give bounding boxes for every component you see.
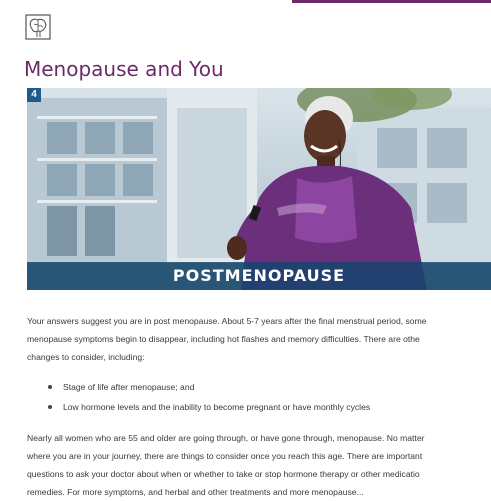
step-number-badge: 4: [27, 88, 41, 102]
list-item: Stage of life after menopause; and: [48, 377, 491, 397]
paragraph-line: remedies. For more symptoms, and herbal …: [27, 487, 364, 497]
paragraph-line: Nearly all women who are 55 and older ar…: [27, 433, 425, 443]
brain-logo-icon: [25, 14, 51, 40]
hero-image: 4 POSTMENOPAUSE: [27, 88, 491, 290]
list-item: Low hormone levels and the inability to …: [48, 397, 491, 417]
content-body: Your answers suggest you are in post men…: [27, 312, 491, 501]
page-title: Menopause and You: [24, 57, 224, 82]
paragraph-line: questions to ask your doctor about when …: [27, 469, 420, 479]
paragraph-line: Your answers suggest you are in post men…: [27, 316, 427, 326]
hero-banner-title: POSTMENOPAUSE: [27, 262, 491, 290]
paragraph-intro: Your answers suggest you are in post men…: [27, 312, 491, 366]
paragraph-line: where you are in your journey, there are…: [27, 451, 423, 461]
paragraph-followup: Nearly all women who are 55 and older ar…: [27, 429, 491, 501]
paragraph-line: menopause symptoms begin to disappear, i…: [27, 334, 420, 344]
paragraph-line: changes to consider, including:: [27, 352, 145, 362]
bullet-list: Stage of life after menopause; and Low h…: [27, 377, 491, 417]
top-accent-bar: [292, 0, 491, 3]
